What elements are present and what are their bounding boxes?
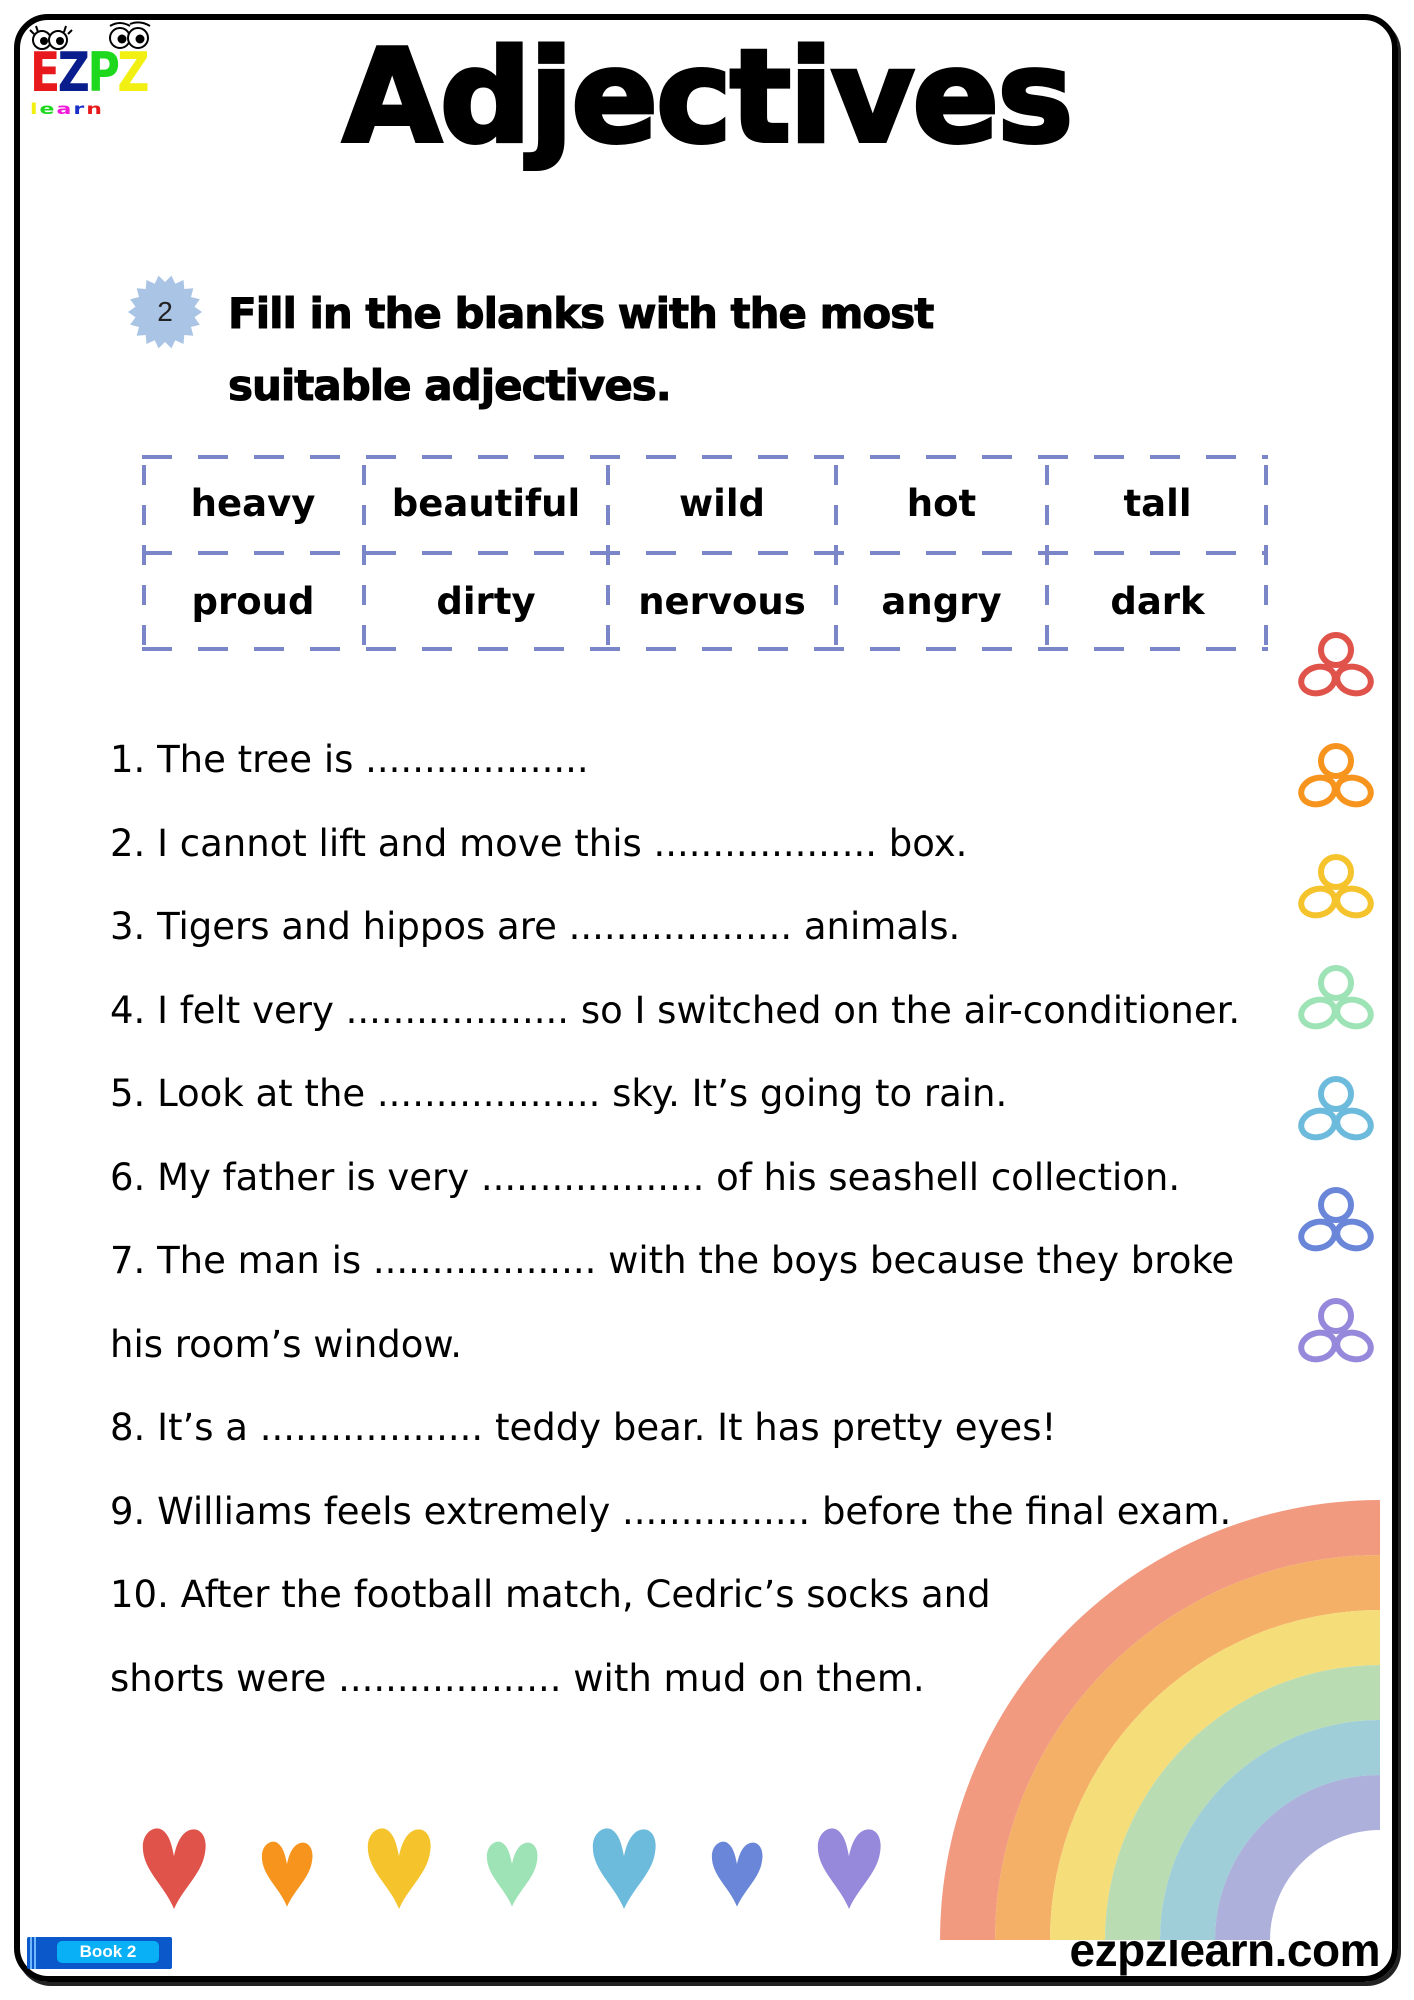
word-bank-item: heavy (190, 482, 316, 525)
word-bank-item: angry (881, 580, 1002, 623)
sentence-line: 3. Tigers and hippos are ...............… (110, 905, 961, 948)
sentence-line: shorts were ................... with mud… (110, 1656, 925, 1700)
heart-icon (817, 1828, 881, 1909)
heart-icon (367, 1828, 431, 1909)
word-bank-item: dirty (436, 580, 536, 623)
heart-icon (486, 1841, 538, 1907)
sentence-line: 9. Williams feels extremely ............… (110, 1489, 1232, 1533)
book-label: Book 2 (57, 1941, 159, 1963)
word-bank-item: proud (191, 580, 315, 623)
sentence-line: 8. It’s a ................... teddy bear… (110, 1406, 1057, 1449)
exercise-number-badge: 2 (127, 274, 203, 350)
book-badge: Book 2 (27, 1937, 172, 1969)
book-spine (30, 1937, 36, 1969)
word-bank-item: tall (1123, 482, 1192, 525)
heart-icon (711, 1841, 763, 1907)
exercise-instruction: Fill in the blanks with the most suitabl… (228, 289, 935, 411)
sentence-line: 6. My father is very ...................… (110, 1155, 1181, 1199)
word-bank-item: beautiful (391, 482, 581, 525)
sentence-line: 5. Look at the ................... sky. … (110, 1072, 1008, 1115)
sentence-line: 1. The tree is ................... (110, 738, 589, 781)
sentence-line: his room’s window. (110, 1322, 463, 1366)
heart-row (138, 1825, 898, 1925)
sentence-line: 4. I felt very ................... so I … (110, 988, 1241, 1032)
word-bank-item: dark (1110, 580, 1205, 623)
sentence-list: 1. The tree is ................... 2. I c… (110, 718, 1350, 1720)
sentence-line: 10. After the football match, Cedric’s s… (110, 1573, 991, 1616)
heart-icon (592, 1828, 656, 1909)
word-bank-item: hot (906, 482, 977, 525)
word-bank-item: nervous (638, 580, 806, 623)
heart-icon (142, 1828, 206, 1909)
word-bank-item: wild (678, 482, 766, 525)
word-bank: heavy beautiful wild hot tall proud dirty nervo… (142, 455, 1268, 651)
exercise-number: 2 (157, 296, 173, 327)
sentence-line: 7. The man is ................... with t… (110, 1239, 1235, 1282)
sentence-line: 2. I cannot lift and move this .........… (110, 821, 968, 865)
page-title: Adjectives (341, 23, 1076, 172)
flower-icon (1298, 632, 1374, 697)
heart-icon (261, 1841, 313, 1907)
